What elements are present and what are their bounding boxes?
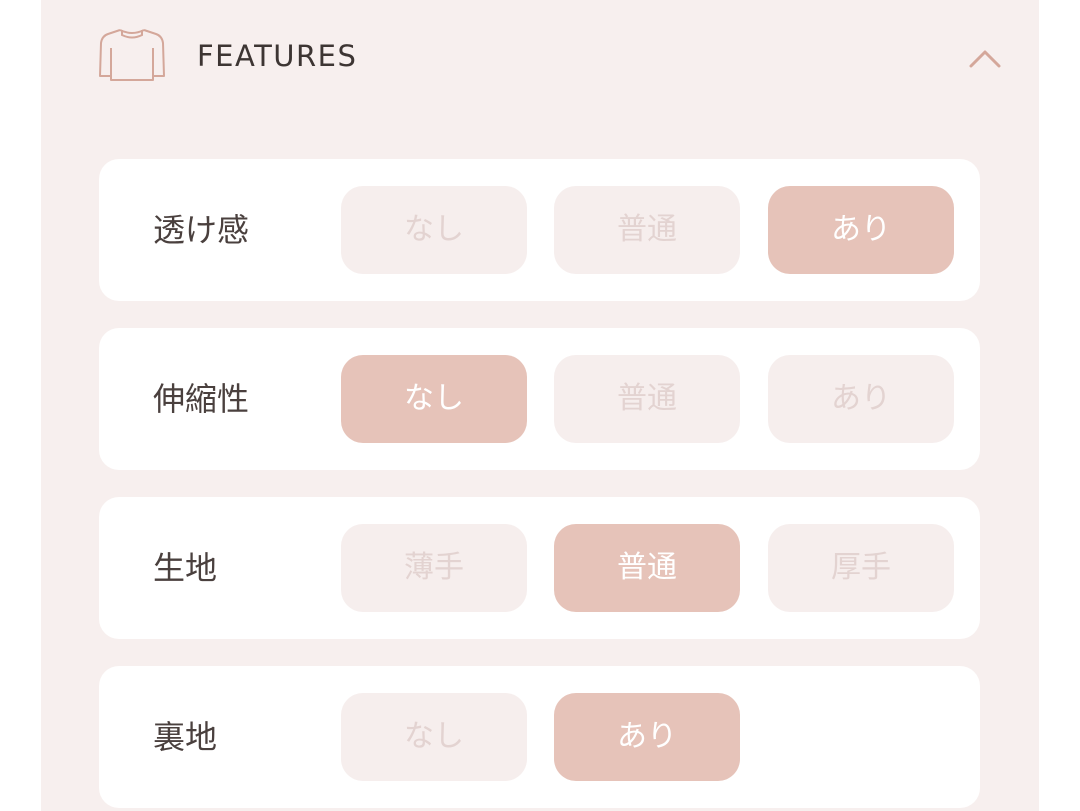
option-fabric-thin[interactable]: 薄手 <box>341 524 527 612</box>
feature-label-lining: 裏地 <box>153 718 218 756</box>
features-title: FEATURES <box>197 39 358 73</box>
feature-label-transparency: 透け感 <box>153 211 250 249</box>
features-panel: FEATURES 透け感 なし 普通 あり 伸縮性 なし 普通 あり 生地 薄手… <box>41 0 1039 811</box>
option-transparency-normal[interactable]: 普通 <box>554 186 740 274</box>
feature-label-fabric: 生地 <box>153 549 218 587</box>
option-lining-yes[interactable]: あり <box>554 693 740 781</box>
chevron-up-icon[interactable] <box>965 44 1005 74</box>
shirt-icon <box>99 29 165 81</box>
option-lining-none[interactable]: なし <box>341 693 527 781</box>
option-stretch-normal[interactable]: 普通 <box>554 355 740 443</box>
option-fabric-thick[interactable]: 厚手 <box>768 524 954 612</box>
feature-row-stretch: 伸縮性 なし 普通 あり <box>99 328 980 470</box>
feature-label-stretch: 伸縮性 <box>153 380 250 418</box>
feature-row-lining: 裏地 なし あり <box>99 666 980 808</box>
features-header[interactable]: FEATURES <box>41 0 1039 120</box>
feature-row-transparency: 透け感 なし 普通 あり <box>99 159 980 301</box>
option-stretch-yes[interactable]: あり <box>768 355 954 443</box>
option-fabric-normal[interactable]: 普通 <box>554 524 740 612</box>
option-transparency-yes[interactable]: あり <box>768 186 954 274</box>
option-stretch-none[interactable]: なし <box>341 355 527 443</box>
feature-row-fabric: 生地 薄手 普通 厚手 <box>99 497 980 639</box>
option-transparency-none[interactable]: なし <box>341 186 527 274</box>
